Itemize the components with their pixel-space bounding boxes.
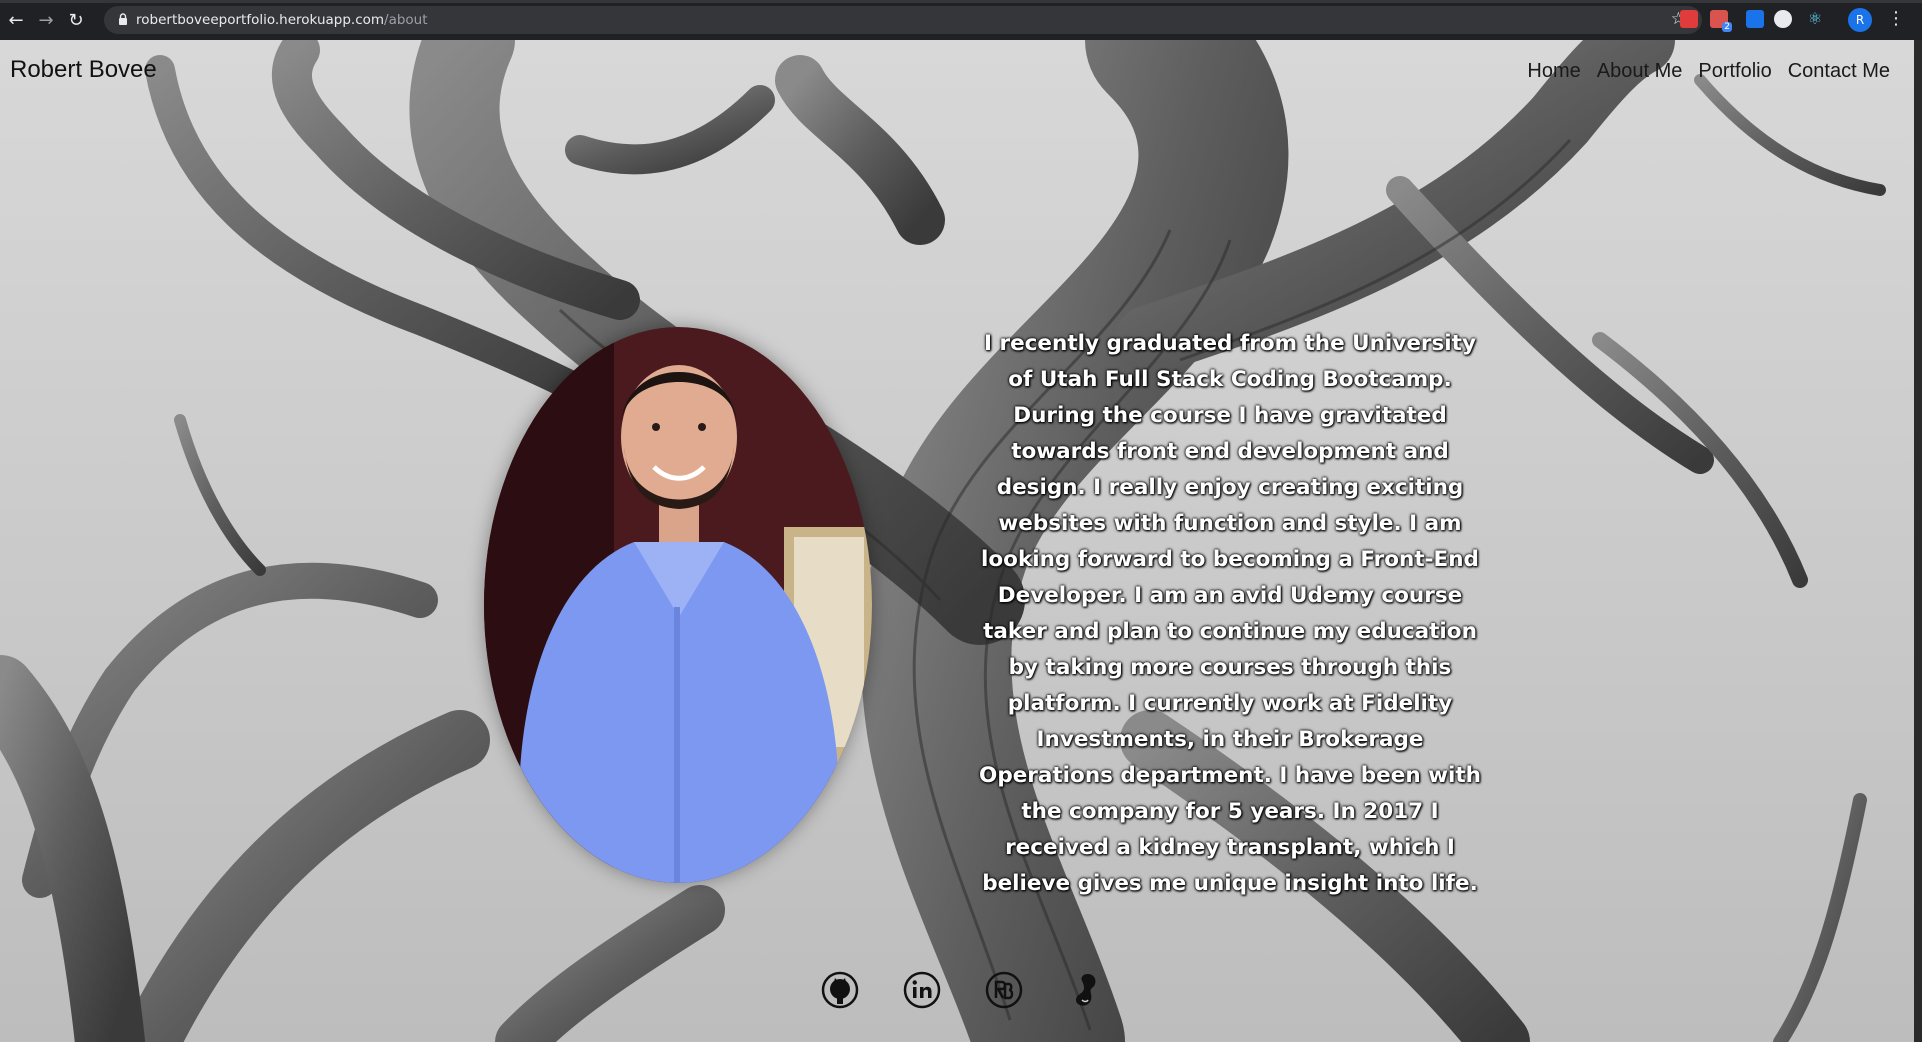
pocket-extension-icon[interactable] — [1680, 10, 1698, 28]
about-page: Robert Bovee Home About Me Portfolio Con… — [0, 40, 1914, 1042]
nav-portfolio[interactable]: Portfolio — [1698, 60, 1771, 83]
extension-icon-circle[interactable] — [1774, 10, 1792, 28]
extension-badge-count: 2 — [1722, 22, 1732, 32]
twisted-tree-background — [0, 40, 1914, 1042]
address-bar[interactable]: robertboveeportfolio.herokuapp.com/about… — [104, 6, 1702, 34]
reload-icon[interactable]: ↻ — [64, 8, 88, 32]
main-nav: Home About Me Portfolio Contact Me — [1527, 60, 1890, 83]
lock-icon — [119, 13, 127, 25]
profile-photo — [484, 327, 872, 883]
nav-contact[interactable]: Contact Me — [1788, 60, 1890, 83]
extension-icon-badge[interactable]: 2 — [1710, 10, 1732, 32]
back-icon[interactable]: ← — [4, 8, 28, 32]
social-links — [820, 970, 1106, 1010]
browser-menu-icon[interactable]: ⋮ — [1886, 8, 1906, 32]
url-host: robertboveeportfolio.herokuapp.com — [136, 12, 385, 28]
rb-logo-icon[interactable] — [984, 970, 1024, 1010]
portrait-illustration — [484, 327, 872, 883]
page-scrollbar[interactable] — [1914, 40, 1922, 1042]
url-text: robertboveeportfolio.herokuapp.com/about — [136, 12, 428, 28]
profile-initial: R — [1855, 13, 1865, 27]
about-bio: I recently graduated from the University… — [979, 331, 1481, 896]
browser-toolbar: ← → ↻ robertboveeportfolio.herokuapp.com… — [0, 0, 1922, 40]
nav-home[interactable]: Home — [1527, 60, 1580, 83]
forward-icon[interactable]: → — [34, 8, 58, 32]
site-brand[interactable]: Robert Bovee — [10, 56, 157, 84]
nav-about[interactable]: About Me — [1597, 60, 1683, 83]
url-path: /about — [384, 12, 428, 28]
tab-strip-edge — [0, 0, 1922, 3]
react-devtools-icon[interactable]: ⚛ — [1806, 10, 1824, 28]
github-icon[interactable] — [820, 970, 860, 1010]
kidney-icon[interactable] — [1066, 970, 1106, 1010]
linkedin-icon[interactable] — [902, 970, 942, 1010]
screenshot-extension-icon[interactable] — [1746, 10, 1764, 28]
profile-avatar[interactable]: R — [1848, 8, 1872, 32]
